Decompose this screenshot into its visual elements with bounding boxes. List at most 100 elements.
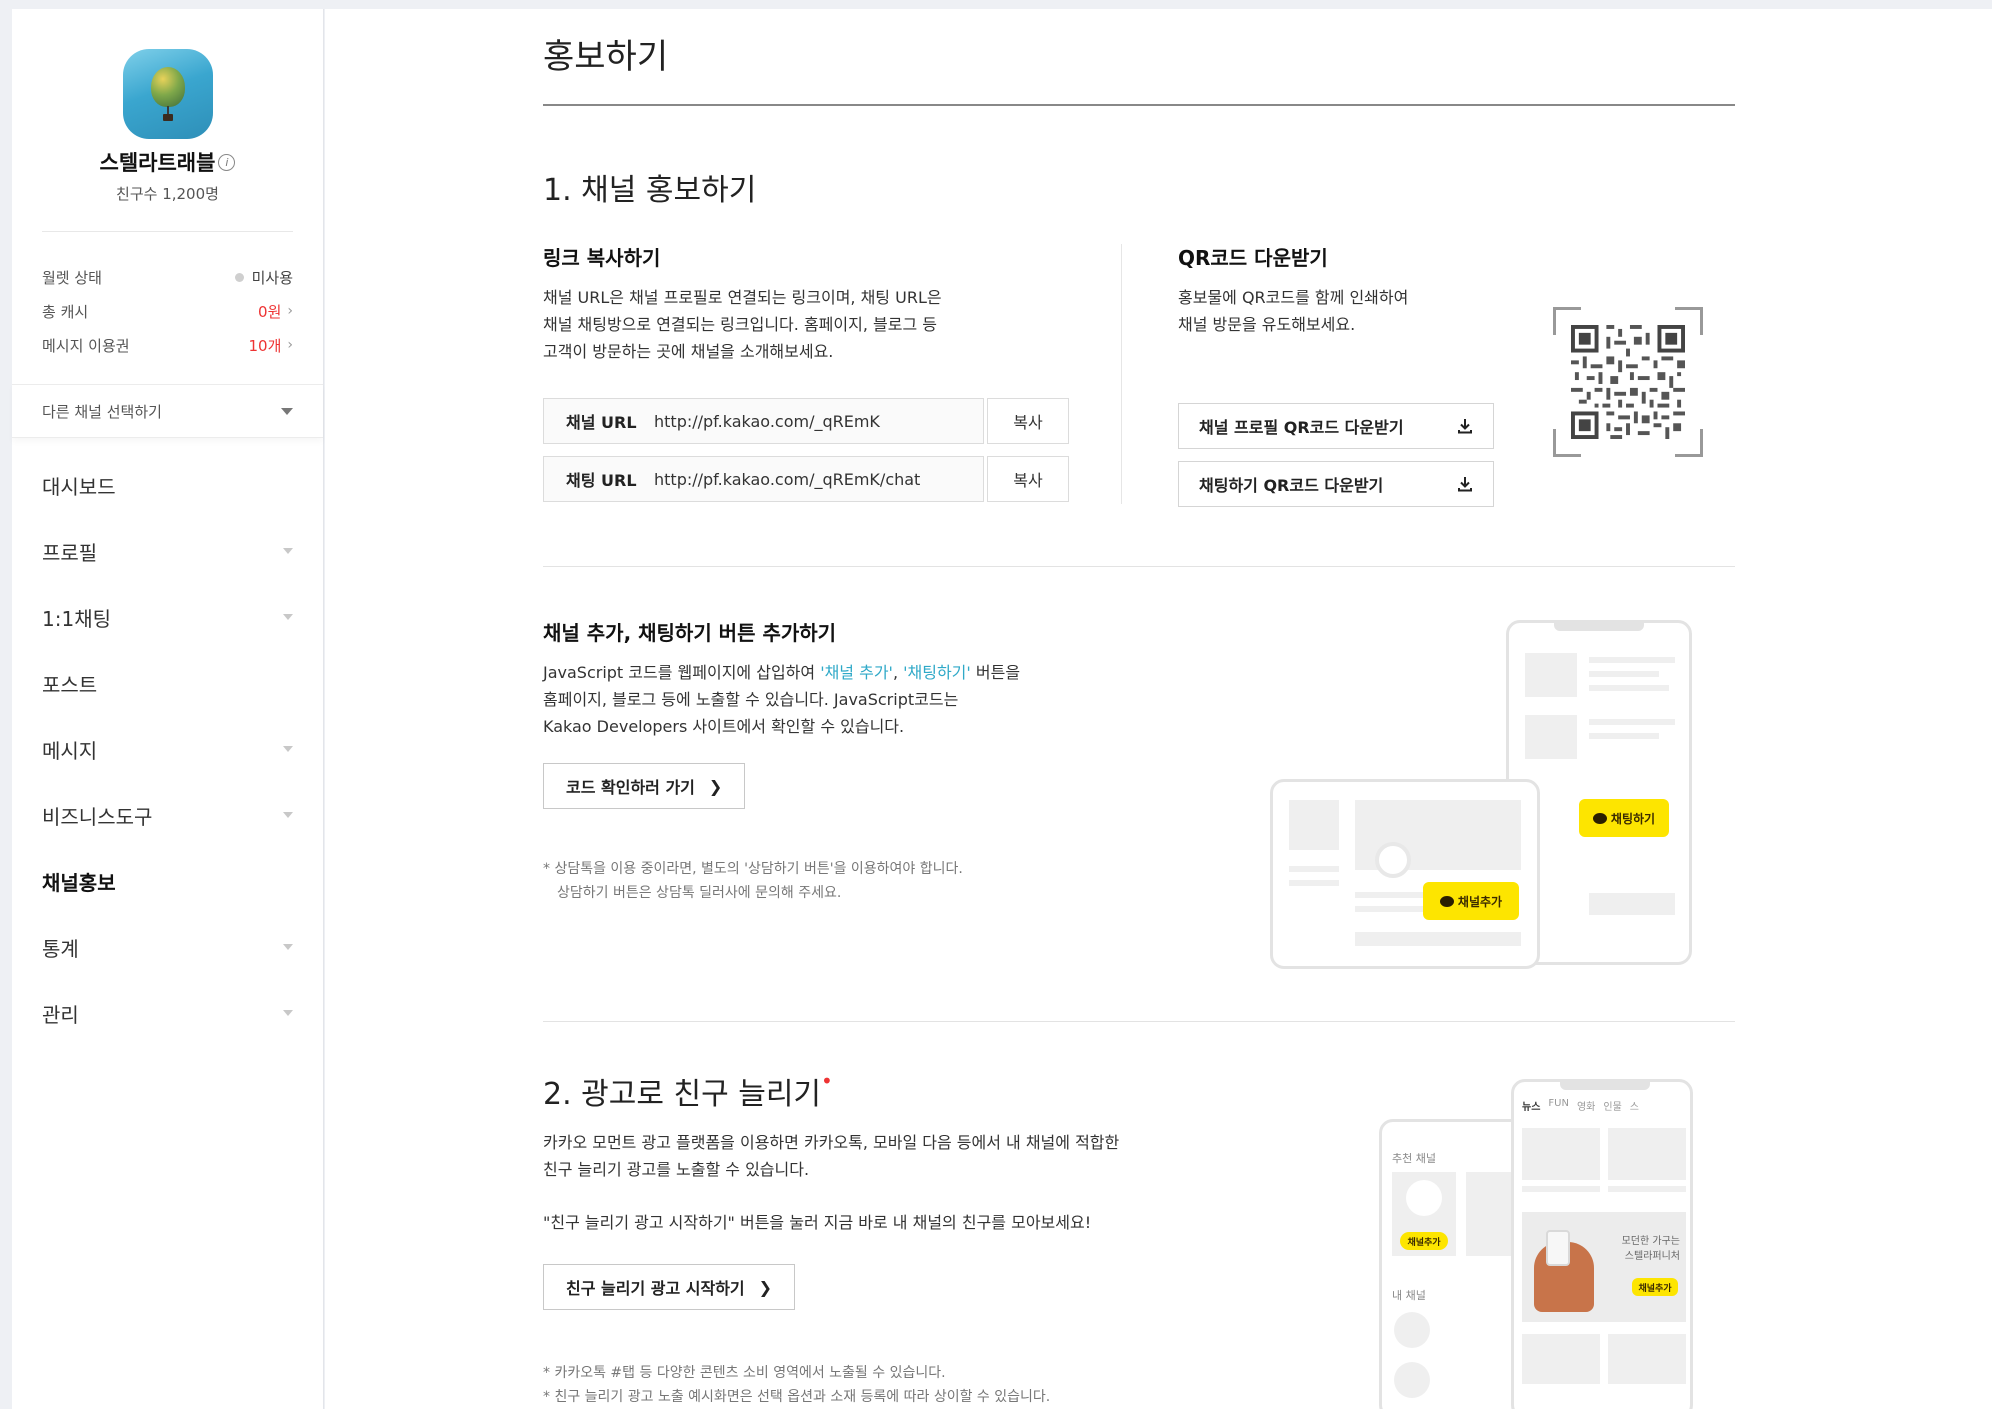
copy-channel-url-button[interactable]: 복사 [987,398,1069,444]
section-divider [543,566,1735,567]
channel-select-label: 다른 채널 선택하기 [42,402,162,421]
wallet-status-value: 미사용 [251,268,293,287]
section-heading-ad-friends: 2. 광고로 친구 늘리기• [543,1069,833,1112]
download-icon [1458,477,1472,492]
qr-download-heading: QR코드 다운받기 [1178,246,1328,270]
link-copy-heading: 링크 복사하기 [543,246,661,270]
chevron-down-icon [283,1010,293,1016]
sidebar: 스텔라트래블 i 친구수 1,200명 월렛 상태 미사용 총 캐시 0원 › 메… [12,9,324,1409]
wallet-status-label: 월렛 상태 [42,268,102,287]
sidebar-item-post[interactable]: 포스트 [12,650,323,716]
chat-url-field[interactable]: 채팅 URL http://pf.kakao.com/_qREmK/chat [543,456,984,502]
channel-url-value: http://pf.kakao.com/_qREmK [654,411,880,431]
view-code-label: 코드 확인하러 가기 [566,778,695,797]
chat-url-value: http://pf.kakao.com/_qREmK/chat [654,469,921,489]
page-title: 홍보하기 [543,37,669,77]
sidebar-item-label: 포스트 [42,672,98,697]
chevron-right-icon: ❯ [758,1277,773,1297]
channel-url-field[interactable]: 채널 URL http://pf.kakao.com/_qREmK [543,398,984,444]
account-stats: 월렛 상태 미사용 총 캐시 0원 › 메시지 이용권 10개 › [12,232,323,374]
sidebar-item-statistics[interactable]: 통계 [12,914,323,980]
sidebar-item-chat[interactable]: 1:1채팅 [12,584,323,650]
qr-description: 홍보물에 QR코드를 함께 인쇄하여 채널 방문을 유도해보세요. [1178,288,1409,334]
qr-code-icon [1571,325,1685,439]
chevron-right-icon: ❯ [708,776,723,796]
download-icon [1458,419,1472,434]
copy-chat-url-button[interactable]: 복사 [987,456,1069,502]
section-divider [543,1021,1735,1022]
chevron-right-icon: › [287,303,293,319]
consult-note: * 상담톡을 이용 중이라면, 별도의 '상담하기 버튼'을 이용하여야 합니다… [543,861,963,901]
sidebar-item-message[interactable]: 메시지 [12,716,323,782]
chat-link[interactable]: '채팅하기' [903,663,971,682]
cash-row[interactable]: 총 캐시 0원 › [42,294,293,328]
channel-add-link[interactable]: '채널 추가' [820,663,893,682]
download-profile-qr-label: 채널 프로필 QR코드 다운받기 [1199,418,1404,437]
download-chat-qr-button[interactable]: 채팅하기 QR코드 다운받기 [1178,461,1494,507]
chat-bubble-icon [1439,895,1454,907]
channel-name-text: 스텔라트래블 [99,151,216,175]
qr-code-image [1553,307,1703,457]
section-heading-channel-promotion: 1. 채널 홍보하기 [543,173,757,208]
chat-url-row: 채팅 URL http://pf.kakao.com/_qREmK/chat 복… [543,456,1069,502]
chat-url-label: 채팅 URL [566,471,637,490]
mock-ad-banner: 모던한 가구는 스텔라퍼니처 채널추가 [1522,1212,1686,1322]
info-icon[interactable]: i [218,153,236,171]
sidebar-item-label: 통계 [42,936,79,961]
cash-label: 총 캐시 [42,302,89,321]
download-profile-qr-button[interactable]: 채널 프로필 QR코드 다운받기 [1178,403,1494,449]
view-code-button[interactable]: 코드 확인하러 가기 ❯ [543,763,746,809]
button-add-description: JavaScript 코드를 웹페이지에 삽입하여 '채널 추가', '채팅하기… [543,663,1021,736]
channel-name: 스텔라트래블 i [100,147,236,177]
ad-cta-description: "친구 늘리기 광고 시작하기" 버튼을 눌러 지금 바로 내 채널의 친구를 … [543,1213,1092,1232]
sidebar-item-label: 채널홍보 [42,870,116,895]
avatar[interactable] [122,49,213,139]
link-copy-description: 채널 URL은 채널 프로필로 연결되는 링크이며, 채팅 URL은 채널 채팅… [543,288,942,361]
mock-tab-bar: 뉴스 FUN 영화 인물 스 [1522,1098,1639,1113]
sidebar-item-dashboard[interactable]: 대시보드 [12,452,323,518]
mock-channel-add-button: 채널추가 [1423,882,1519,920]
start-friend-ad-label: 친구 늘리기 광고 시작하기 [566,1279,745,1298]
sidebar-item-label: 비즈니스도구 [42,804,153,829]
title-divider [543,104,1735,106]
wallet-status-row: 월렛 상태 미사용 [42,260,293,294]
sidebar-item-label: 관리 [42,1002,79,1027]
message-voucher-label: 메시지 이용권 [42,336,130,355]
message-voucher-row[interactable]: 메시지 이용권 10개 › [42,328,293,362]
caret-down-icon [281,407,293,415]
sidebar-item-channel-promotion[interactable]: 채널홍보 [12,848,323,914]
phone-mockup-front: 뉴스 FUN 영화 인물 스 모던한 가구는 스텔라퍼니처 채널추가 [1511,1079,1693,1409]
cash-value: 0원 [258,302,282,321]
sidebar-item-label: 1:1채팅 [42,606,111,631]
status-dot [234,272,244,282]
chevron-down-icon [283,614,293,620]
mock-chat-button: 채팅하기 [1579,799,1669,837]
sidebar-item-label: 프로필 [42,540,98,565]
button-add-heading: 채널 추가, 채팅하기 버튼 추가하기 [543,621,837,645]
chat-bubble-icon [1592,812,1607,824]
channel-select-dropdown[interactable]: 다른 채널 선택하기 [12,384,323,438]
web-mockup: 채널추가 [1270,779,1540,969]
chevron-down-icon [283,812,293,818]
channel-url-label: 채널 URL [566,413,637,432]
start-friend-ad-button[interactable]: 친구 늘리기 광고 시작하기 ❯ [543,1264,796,1310]
phone-mockup-back: 추천 채널 채널추가 내 채널 [1379,1119,1529,1409]
chevron-right-icon: › [287,337,293,353]
column-divider [1121,244,1122,504]
message-voucher-value: 10개 [248,336,282,355]
sidebar-item-business-tools[interactable]: 비즈니스도구 [12,782,323,848]
required-mark: • [821,1069,833,1093]
friend-count: 친구수 1,200명 [116,185,219,203]
sidebar-item-label: 대시보드 [42,474,116,499]
channel-url-row: 채널 URL http://pf.kakao.com/_qREmK 복사 [543,398,1069,444]
chevron-down-icon [283,944,293,950]
sidebar-item-profile[interactable]: 프로필 [12,518,323,584]
sidebar-item-management[interactable]: 관리 [12,980,323,1046]
ad-description: 카카오 모먼트 광고 플랫폼을 이용하면 카카오톡, 모바일 다음 등에서 내 … [543,1133,1120,1179]
chevron-down-icon [283,746,293,752]
sidebar-nav: 대시보드 프로필 1:1채팅 포스트 메시지 비즈니스도구 채널홍보 통계 관리 [12,438,323,1046]
chevron-down-icon [283,548,293,554]
download-chat-qr-label: 채팅하기 QR코드 다운받기 [1199,476,1384,495]
balloon-icon [150,67,185,107]
ad-notes: * 카카오톡 #탭 등 다양한 콘텐츠 소비 영역에서 노출될 수 있습니다. … [543,1365,1051,1405]
